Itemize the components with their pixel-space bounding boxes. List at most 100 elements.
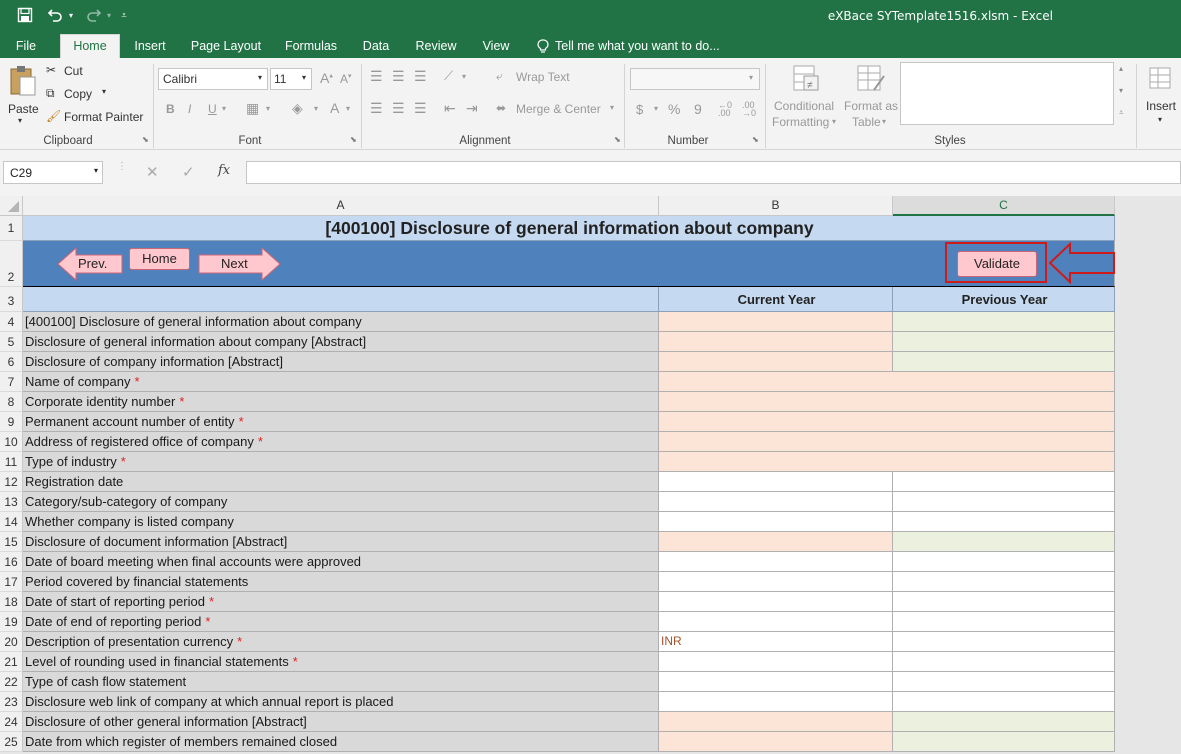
- row-header[interactable]: 13: [0, 492, 23, 512]
- borders-icon[interactable]: ▦: [246, 100, 259, 117]
- current-year-value-cell[interactable]: [659, 592, 893, 612]
- tab-view[interactable]: View: [476, 36, 516, 58]
- gallery-more-icon[interactable]: ⩡: [1119, 108, 1124, 118]
- increase-font-icon[interactable]: A▴: [320, 70, 333, 86]
- next-button[interactable]: Next: [198, 246, 282, 282]
- row-header[interactable]: 1: [0, 216, 23, 241]
- row-label-cell[interactable]: Registration date: [23, 472, 659, 492]
- row-header[interactable]: 17: [0, 572, 23, 592]
- gallery-scroll-up-icon[interactable]: ▴: [1119, 64, 1123, 73]
- row-label-cell[interactable]: Date of end of reporting period *: [23, 612, 659, 632]
- previous-year-value-cell[interactable]: [893, 312, 1115, 332]
- formula-bar-grip-icon[interactable]: ⋮: [117, 162, 127, 172]
- decrease-decimal-icon[interactable]: .00 →0: [742, 101, 756, 118]
- row-header[interactable]: 20: [0, 632, 23, 652]
- validate-button[interactable]: Validate: [957, 251, 1037, 277]
- row-header[interactable]: 24: [0, 712, 23, 732]
- previous-year-value-cell[interactable]: [893, 332, 1115, 352]
- format-painter-button[interactable]: 🖌 Format Painter: [46, 109, 146, 127]
- row-label-cell[interactable]: Permanent account number of entity *: [23, 412, 659, 432]
- name-box[interactable]: C29 ▾: [3, 161, 103, 184]
- row-header[interactable]: 15: [0, 532, 23, 552]
- row-label-cell[interactable]: Type of industry *: [23, 452, 659, 472]
- cut-button[interactable]: ✂ Cut: [46, 63, 96, 81]
- tab-home[interactable]: Home: [60, 34, 120, 58]
- increase-decimal-icon[interactable]: ←0.00: [718, 101, 732, 118]
- top-align-icon[interactable]: ☰: [370, 68, 383, 85]
- current-year-value-cell[interactable]: [659, 712, 893, 732]
- current-year-value-cell[interactable]: [659, 372, 1115, 392]
- row-label-cell[interactable]: Disclosure of document information [Abst…: [23, 532, 659, 552]
- insert-button[interactable]: Insert ▾: [1142, 62, 1180, 132]
- paste-button[interactable]: Paste ▾: [4, 62, 40, 130]
- current-year-value-cell[interactable]: [659, 452, 1115, 472]
- row-label-cell[interactable]: Disclosure web link of company at which …: [23, 692, 659, 712]
- font-size-select[interactable]: 11 ▾: [270, 68, 312, 90]
- row-label-cell[interactable]: Whether company is listed company: [23, 512, 659, 532]
- sheet-title[interactable]: [400100] Disclosure of general informati…: [23, 216, 1115, 241]
- decrease-font-icon[interactable]: A▾: [340, 72, 352, 86]
- row-label-cell[interactable]: Address of registered office of company *: [23, 432, 659, 452]
- column-header-c[interactable]: C: [893, 196, 1115, 216]
- decrease-indent-icon[interactable]: ⇤: [444, 100, 456, 117]
- previous-year-value-cell[interactable]: [893, 612, 1115, 632]
- row-label-cell[interactable]: Type of cash flow statement: [23, 672, 659, 692]
- row-header[interactable]: 23: [0, 692, 23, 712]
- bottom-align-icon[interactable]: ☰: [414, 68, 427, 85]
- cancel-icon[interactable]: ✕: [146, 163, 159, 181]
- align-left-icon[interactable]: ☰: [370, 100, 383, 117]
- row-header[interactable]: 21: [0, 652, 23, 672]
- current-year-value-cell[interactable]: [659, 672, 893, 692]
- current-year-value-cell[interactable]: INR: [659, 632, 893, 652]
- row-header[interactable]: 16: [0, 552, 23, 572]
- row-label-cell[interactable]: Date of start of reporting period *: [23, 592, 659, 612]
- current-year-value-cell[interactable]: [659, 652, 893, 672]
- row-header[interactable]: 9: [0, 412, 23, 432]
- previous-year-value-cell[interactable]: [893, 632, 1115, 652]
- row-header[interactable]: 5: [0, 332, 23, 352]
- row-label-cell[interactable]: Date from which register of members rema…: [23, 732, 659, 752]
- font-color-icon[interactable]: A: [330, 100, 339, 116]
- font-color-dropdown-icon[interactable]: ▾: [346, 104, 350, 113]
- comma-style-button[interactable]: 9: [694, 101, 702, 117]
- row-header[interactable]: 8: [0, 392, 23, 412]
- column-header-b[interactable]: B: [659, 196, 893, 216]
- italic-button[interactable]: I: [188, 102, 191, 116]
- current-year-value-cell[interactable]: [659, 692, 893, 712]
- previous-year-value-cell[interactable]: [893, 352, 1115, 372]
- current-year-value-cell[interactable]: [659, 512, 893, 532]
- increase-indent-icon[interactable]: ⇥: [466, 100, 478, 117]
- previous-year-value-cell[interactable]: [893, 732, 1115, 752]
- current-year-value-cell[interactable]: [659, 412, 1115, 432]
- undo-dropdown-icon[interactable]: ▾: [66, 4, 76, 26]
- row-label-cell[interactable]: Disclosure of general information about …: [23, 332, 659, 352]
- previous-year-value-cell[interactable]: [893, 652, 1115, 672]
- tab-formulas[interactable]: Formulas: [280, 36, 342, 58]
- clipboard-launcher-icon[interactable]: ⬊: [142, 135, 149, 144]
- underline-button[interactable]: U: [208, 102, 217, 116]
- row-header[interactable]: 4: [0, 312, 23, 332]
- current-year-value-cell[interactable]: [659, 312, 893, 332]
- underline-dropdown-icon[interactable]: ▾: [222, 104, 226, 113]
- format-as-table-button[interactable]: Format as Table ▾: [842, 62, 900, 132]
- orientation-dropdown-icon[interactable]: ▾: [462, 72, 466, 81]
- bold-button[interactable]: B: [166, 102, 175, 116]
- tab-data[interactable]: Data: [356, 36, 396, 58]
- merge-center-button[interactable]: ⬌ Merge & Center ▾: [496, 101, 620, 119]
- current-year-value-cell[interactable]: [659, 532, 893, 552]
- currency-button[interactable]: $: [636, 102, 643, 117]
- row-header[interactable]: 2: [0, 241, 23, 287]
- prev-button[interactable]: Prev.: [56, 246, 124, 282]
- current-year-value-cell[interactable]: [659, 612, 893, 632]
- previous-year-value-cell[interactable]: [893, 592, 1115, 612]
- copy-button[interactable]: ⧉ Copy ▾: [46, 86, 116, 104]
- tab-page-layout[interactable]: Page Layout: [186, 36, 266, 58]
- current-year-value-cell[interactable]: [659, 332, 893, 352]
- row-label-cell[interactable]: Period covered by financial statements: [23, 572, 659, 592]
- row-label-cell[interactable]: Disclosure of other general information …: [23, 712, 659, 732]
- row-label-cell[interactable]: Name of company *: [23, 372, 659, 392]
- previous-year-value-cell[interactable]: [893, 712, 1115, 732]
- current-year-value-cell[interactable]: [659, 732, 893, 752]
- row-label-cell[interactable]: Level of rounding used in financial stat…: [23, 652, 659, 672]
- undo-icon[interactable]: [44, 4, 66, 26]
